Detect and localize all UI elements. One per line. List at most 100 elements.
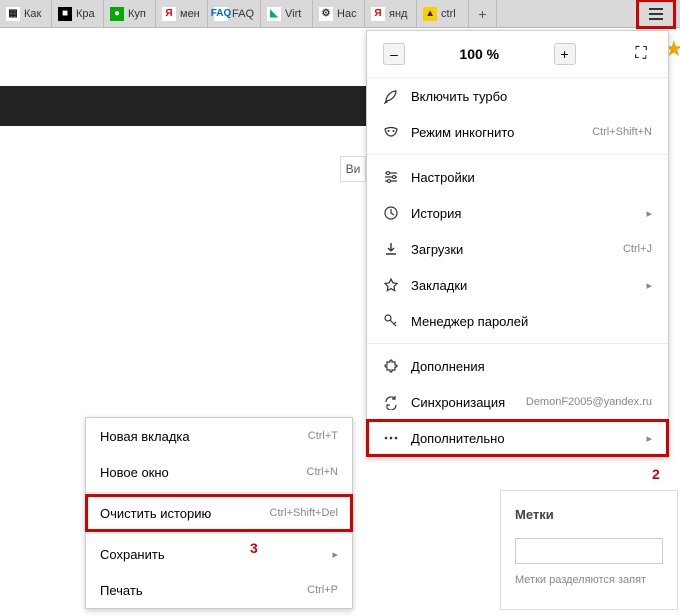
tab-label: ctrl [441, 8, 456, 20]
menu-separator [367, 343, 668, 344]
menu-label: Включить турбо [411, 89, 652, 104]
main-menu: – 100 % + ⛶ Включить турбо Режим инкогни… [366, 30, 669, 457]
browser-tab[interactable]: ● Куп [104, 0, 156, 27]
menu-shortcut: Ctrl+Shift+N [592, 126, 652, 138]
menu-label: Дополнения [411, 359, 652, 374]
menu-label: История [411, 206, 634, 221]
menu-more[interactable]: Дополнительно ▸ [367, 420, 668, 456]
dots-icon [383, 430, 399, 446]
mask-icon [383, 124, 399, 140]
menu-separator [367, 154, 668, 155]
clock-icon [383, 205, 399, 221]
menu-sync[interactable]: Синхронизация DemonF2005@yandex.ru [367, 384, 668, 420]
zoom-value: 100 % [459, 46, 499, 62]
browser-tab[interactable]: ▦ Как [0, 0, 52, 27]
page-dark-band [0, 86, 366, 126]
submenu-shortcut: Ctrl+T [308, 430, 338, 442]
menu-label: Загрузки [411, 242, 611, 257]
menu-label: Синхронизация [411, 395, 514, 410]
more-submenu: Новая вкладка Ctrl+T Новое окно Ctrl+N О… [85, 417, 353, 609]
hamburger-menu-button[interactable] [638, 1, 674, 27]
sliders-icon [383, 169, 399, 185]
callout-2: 2 [652, 466, 660, 482]
browser-tab[interactable]: FAQ FAQ [208, 0, 261, 27]
submenu-newtab[interactable]: Новая вкладка Ctrl+T [86, 418, 352, 454]
tab-label: Нас [337, 8, 357, 20]
submenu-clear-history[interactable]: Очистить историю Ctrl+Shift+Del [86, 495, 352, 531]
callout-3: 3 [250, 540, 258, 556]
tab-label: янд [389, 8, 407, 20]
favicon-icon: Я [162, 7, 176, 21]
menu-incognito[interactable]: Режим инкогнито Ctrl+Shift+N [367, 114, 668, 150]
tags-input[interactable] [515, 538, 663, 564]
tab-label: FAQ [232, 8, 254, 20]
submenu-newwindow[interactable]: Новое окно Ctrl+N [86, 454, 352, 490]
browser-tab[interactable]: ▲ ctrl [417, 0, 469, 27]
submenu-separator [86, 533, 352, 534]
tags-title: Метки [515, 507, 663, 522]
submenu-label: Очистить историю [100, 506, 264, 521]
favicon-icon: ◣ [267, 7, 281, 21]
chevron-right-icon: ▸ [646, 207, 652, 220]
favicon-icon: ▲ [423, 7, 437, 21]
tab-strip: ▦ Как ■ Кра ● Куп Ямен FAQ FAQ ◣ Virt ⚙ Нас Яянд ▲ ctrl… [0, 0, 680, 28]
tags-hint: Метки разделяются запят [515, 574, 663, 586]
browser-tab[interactable]: Яянд [365, 0, 417, 27]
menu-label: Режим инкогнито [411, 125, 580, 140]
tab-label: мен [180, 8, 200, 20]
menu-label: Дополнительно [411, 431, 634, 446]
tab-label: Кра [76, 8, 95, 20]
star-icon [383, 277, 399, 293]
submenu-save[interactable]: Сохранить ▸ [86, 536, 352, 572]
menu-addons[interactable]: Дополнения [367, 348, 668, 384]
download-icon [383, 241, 399, 257]
submenu-separator [86, 492, 352, 493]
sync-account: DemonF2005@yandex.ru [526, 396, 652, 408]
tags-panel: Метки Метки разделяются запят [500, 490, 678, 610]
key-icon [383, 313, 399, 329]
sync-icon [383, 394, 399, 410]
submenu-label: Сохранить [100, 547, 326, 562]
zoom-row: – 100 % + ⛶ [367, 31, 668, 78]
zoom-in-button[interactable]: + [554, 43, 576, 65]
favicon-icon: ⚙ [319, 7, 333, 21]
new-tab-button[interactable]: + [469, 0, 497, 27]
menu-shortcut: Ctrl+J [623, 243, 652, 255]
submenu-label: Печать [100, 583, 301, 598]
browser-tab[interactable]: ■ Кра [52, 0, 104, 27]
favicon-icon: ● [110, 7, 124, 21]
zoom-out-button[interactable]: – [383, 43, 405, 65]
menu-label: Настройки [411, 170, 652, 185]
submenu-shortcut: Ctrl+N [307, 466, 338, 478]
submenu-shortcut: Ctrl+P [307, 584, 338, 596]
menu-settings[interactable]: Настройки [367, 159, 668, 195]
menu-label: Закладки [411, 278, 634, 293]
menu-bookmarks[interactable]: Закладки ▸ [367, 267, 668, 303]
rocket-icon [383, 88, 399, 104]
chevron-right-icon: ▸ [646, 432, 652, 445]
submenu-label: Новое окно [100, 465, 301, 480]
menu-downloads[interactable]: Загрузки Ctrl+J [367, 231, 668, 267]
menu-passwords[interactable]: Менеджер паролей [367, 303, 668, 339]
submenu-shortcut: Ctrl+Shift+Del [270, 507, 338, 519]
favicon-icon: ▦ [6, 7, 20, 21]
favicon-icon: ■ [58, 7, 72, 21]
fullscreen-button[interactable]: ⛶ [630, 43, 652, 65]
submenu-label: Новая вкладка [100, 429, 302, 444]
tab-label: Virt [285, 8, 301, 20]
page-partial-button: Ви [340, 156, 366, 182]
browser-tab[interactable]: Ямен [156, 0, 208, 27]
menu-label: Менеджер паролей [411, 314, 652, 329]
chevron-right-icon: ▸ [646, 279, 652, 292]
chevron-right-icon: ▸ [332, 548, 338, 561]
browser-tab[interactable]: ⚙ Нас [313, 0, 365, 27]
tab-label: Как [24, 8, 41, 20]
favicon-icon: FAQ [214, 7, 228, 21]
tab-label: Куп [128, 8, 146, 20]
menu-history[interactable]: История ▸ [367, 195, 668, 231]
puzzle-icon [383, 358, 399, 374]
menu-turbo[interactable]: Включить турбо [367, 78, 668, 114]
submenu-print[interactable]: Печать Ctrl+P [86, 572, 352, 608]
browser-tab[interactable]: ◣ Virt [261, 0, 313, 27]
favicon-icon: Я [371, 7, 385, 21]
